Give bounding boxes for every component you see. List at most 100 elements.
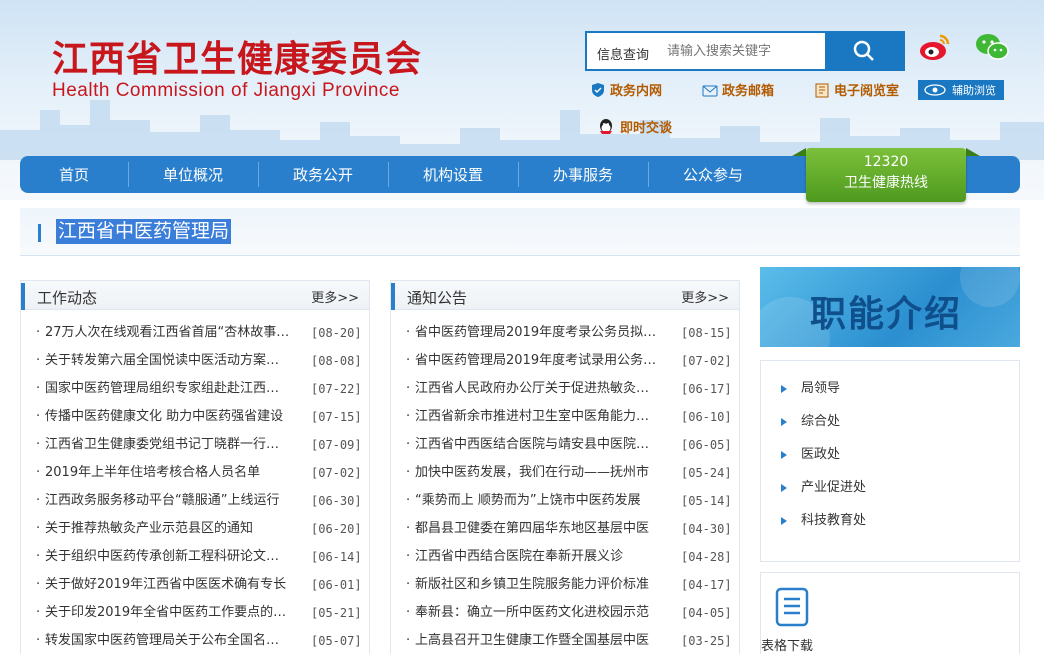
panel-marker — [21, 283, 25, 310]
more-link[interactable]: 更多>> — [681, 287, 729, 306]
nav-item-home[interactable]: 首页 — [20, 156, 128, 193]
list-item[interactable]: · 加快中医药发展，我们在行动——抚州市 [05-24] — [391, 459, 739, 487]
item-title: 江西省卫生健康委党组书记丁晓群一行调研 — [45, 437, 291, 452]
wechat-icon[interactable] — [975, 30, 1009, 64]
arrow-right-icon — [781, 385, 787, 393]
list-item[interactable]: · 转发国家中医药管理局关于公布全国名老中医 [05-07] — [21, 627, 369, 654]
list-item[interactable]: · 27万人次在线观看江西省首届“杏林故事会” [08-20] — [21, 319, 369, 347]
function-banner-text: 职能介绍 — [810, 293, 963, 335]
bullet: · — [36, 521, 41, 536]
nav-item-overview[interactable]: 单位概况 — [128, 156, 258, 193]
bullet: · — [406, 353, 411, 368]
quick-link-reading-room[interactable]: 电子阅览室 — [814, 80, 899, 99]
list-item[interactable]: · 关于转发第六届全国悦读中医活动方案的通知 [08-08] — [21, 347, 369, 375]
quick-link-chat[interactable]: 即时交谈 — [596, 116, 672, 136]
nav-item-org[interactable]: 机构设置 — [388, 156, 518, 193]
notice-list: · 省中医药管理局2019年度考录公务员拟录用 [08-15] · 省中医药管理局20… — [391, 310, 739, 654]
search-button[interactable] — [825, 33, 903, 69]
more-link[interactable]: 更多>> — [311, 287, 359, 306]
quick-link-mail[interactable]: 政务邮箱 — [702, 80, 774, 99]
item-title: 江西省中西结合医院在奉新开展义诊 — [415, 549, 624, 564]
function-item-label: 局领导 — [801, 381, 841, 396]
list-item[interactable]: · 关于做好2019年江西省中医医术确有专长 [06-01] — [21, 571, 369, 599]
arrow-right-icon — [781, 418, 787, 426]
eye-icon — [924, 84, 946, 96]
search-input[interactable] — [667, 35, 823, 67]
function-banner[interactable]: 职能介绍 — [760, 267, 1020, 347]
item-title: “乘势而上 顺势而为”上饶市中医药发展 — [415, 493, 641, 508]
hotline-button[interactable]: 12320 卫生健康热线 — [792, 148, 980, 202]
function-item[interactable]: 医政处 — [761, 440, 1019, 473]
search-box: 信息查询 — [585, 31, 905, 71]
item-title: 传播中医药健康文化 助力中医药强省建设 — [45, 409, 284, 424]
bullet: · — [406, 521, 411, 536]
list-item[interactable]: · 国家中医药管理局组织专家组赴赴江西调研 [07-22] — [21, 375, 369, 403]
function-item-label: 医政处 — [801, 447, 841, 462]
bullet: · — [406, 633, 411, 648]
list-item[interactable]: · 江西省人民政府办公厅关于促进热敏灸产业 [06-17] — [391, 375, 739, 403]
function-list: 局领导 综合处 医政处 产业促进处 科技教育处 — [760, 360, 1020, 562]
assist-browse-button[interactable]: 辅助浏览 — [918, 80, 1004, 100]
function-item[interactable]: 局领导 — [761, 374, 1019, 407]
item-date: [04-05] — [681, 606, 732, 620]
item-date: [04-30] — [681, 522, 732, 536]
item-date: [07-22] — [311, 382, 362, 396]
document-icon — [775, 587, 809, 627]
nav-item-participation[interactable]: 公众参与 — [648, 156, 778, 193]
hotline-label: 卫生健康热线 — [844, 175, 928, 191]
list-item[interactable]: · 江西省中西结合医院在奉新开展义诊 [04-28] — [391, 543, 739, 571]
list-item[interactable]: · 新版社区和乡镇卫生院服务能力评价标准 [04-17] — [391, 571, 739, 599]
function-item[interactable]: 科技教育处 — [761, 506, 1019, 539]
list-item[interactable]: · 传播中医药健康文化 助力中医药强省建设 [07-15] — [21, 403, 369, 431]
list-item[interactable]: · 江西省中西医结合医院与靖安县中医院签约 [06-05] — [391, 431, 739, 459]
function-item[interactable]: 产业促进处 — [761, 473, 1019, 506]
search-type-label[interactable]: 信息查询 — [597, 44, 649, 63]
item-date: [06-05] — [681, 438, 732, 452]
item-title: 省中医药管理局2019年度考试录用公务员面试 — [415, 353, 661, 368]
function-item[interactable]: 综合处 — [761, 407, 1019, 440]
item-date: [03-25] — [681, 634, 732, 648]
list-item[interactable]: · 江西省卫生健康委党组书记丁晓群一行调研 [07-09] — [21, 431, 369, 459]
list-item[interactable]: · 关于推荐热敏灸产业示范县区的通知 [06-20] — [21, 515, 369, 543]
quick-link-label: 政务内网 — [610, 84, 663, 99]
list-item[interactable]: · “乘势而上 顺势而为”上饶市中医药发展 [05-14] — [391, 487, 739, 515]
arrow-right-icon — [781, 517, 787, 525]
item-title: 国家中医药管理局组织专家组赴赴江西调研 — [45, 381, 291, 396]
list-item[interactable]: · 省中医药管理局2019年度考试录用公务员面试 [07-02] — [391, 347, 739, 375]
weibo-icon[interactable] — [918, 30, 952, 64]
item-date: [06-17] — [681, 382, 732, 396]
item-date: [06-20] — [311, 522, 362, 536]
list-item[interactable]: · 关于组织中医药传承创新工程科研论文申报 [06-14] — [21, 543, 369, 571]
mail-icon — [702, 85, 718, 96]
bullet: · — [406, 605, 411, 620]
list-item[interactable]: · 上高县召开卫生健康工作暨全国基层中医 [03-25] — [391, 627, 739, 654]
list-item[interactable]: · 2019年上半年住培考核合格人员名单 [07-02] — [21, 459, 369, 487]
bullet: · — [36, 325, 41, 340]
form-download[interactable]: 表格下载 — [760, 572, 1020, 654]
list-item[interactable]: · 奉新县：确立一所中医药文化进校园示范 [04-05] — [391, 599, 739, 627]
page-title[interactable]: 江西省中医药管理局 — [56, 219, 232, 244]
panel-header: 工作动态 更多>> — [21, 280, 369, 310]
bullet: · — [36, 381, 41, 396]
item-date: [07-09] — [311, 438, 362, 452]
list-item[interactable]: · 江西政务服务移动平台“赣服通”上线运行 [06-30] — [21, 487, 369, 515]
shield-icon — [592, 82, 604, 97]
function-item-label: 科技教育处 — [801, 513, 867, 528]
nav-item-gov-open[interactable]: 政务公开 — [258, 156, 388, 193]
bullet: · — [36, 549, 41, 564]
list-item[interactable]: · 关于印发2019年全省中医药工作要点的通知 [05-21] — [21, 599, 369, 627]
bullet: · — [36, 493, 41, 508]
panel-marker — [391, 283, 395, 310]
list-item[interactable]: · 省中医药管理局2019年度考录公务员拟录用 [08-15] — [391, 319, 739, 347]
quick-link-label: 即时交谈 — [620, 120, 673, 136]
quick-link-intranet[interactable]: 政务内网 — [590, 80, 662, 99]
list-item[interactable]: · 江西省新余市推进村卫生室中医角能力建设 [06-10] — [391, 403, 739, 431]
item-date: [06-10] — [681, 410, 732, 424]
bullet: · — [36, 605, 41, 620]
nav-item-services[interactable]: 办事服务 — [518, 156, 648, 193]
item-title: 江西省新余市推进村卫生室中医角能力建设 — [415, 409, 661, 424]
bullet: · — [36, 353, 41, 368]
item-title: 关于推荐热敏灸产业示范县区的通知 — [45, 521, 254, 536]
breadcrumb-marker — [38, 224, 41, 242]
list-item[interactable]: · 都昌县卫健委在第四届华东地区基层中医 [04-30] — [391, 515, 739, 543]
